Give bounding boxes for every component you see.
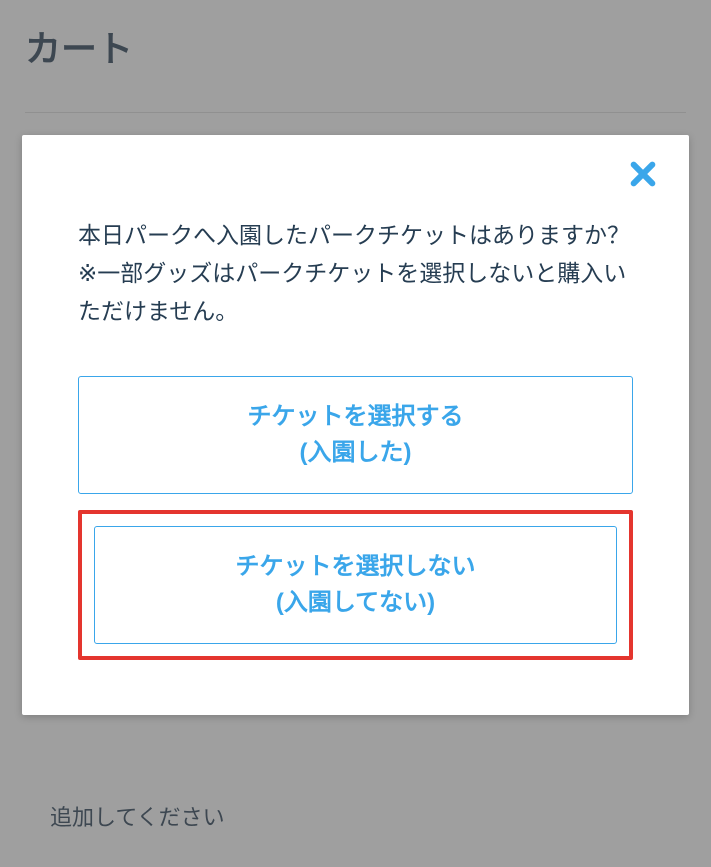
close-icon — [627, 158, 659, 190]
modal-button-group: チケットを選択する (入園した) チケットを選択しない (入園してない) — [50, 376, 661, 660]
modal-message: 本日パークへ入園したパークチケットはありますか？ ※一部グッズはパークチケットを… — [50, 217, 661, 331]
ticket-selection-modal: 本日パークへ入園したパークチケットはありますか？ ※一部グッズはパークチケットを… — [22, 135, 689, 715]
modal-message-line2: ※一部グッズはパークチケットを選択しないと購入いただけません。 — [78, 260, 626, 324]
select-ticket-label-line2: (入園した) — [89, 435, 622, 471]
no-ticket-label-line1: チケットを選択しない — [236, 553, 476, 580]
no-ticket-label-line2: (入園してない) — [105, 585, 606, 621]
no-ticket-button[interactable]: チケットを選択しない (入園してない) — [94, 526, 617, 644]
highlighted-option: チケットを選択しない (入園してない) — [78, 510, 633, 660]
close-button[interactable] — [622, 153, 664, 195]
select-ticket-label-line1: チケットを選択する — [248, 403, 464, 430]
modal-message-line1: 本日パークへ入園したパークチケットはありますか？ — [78, 222, 630, 248]
select-ticket-button[interactable]: チケットを選択する (入園した) — [78, 376, 633, 494]
